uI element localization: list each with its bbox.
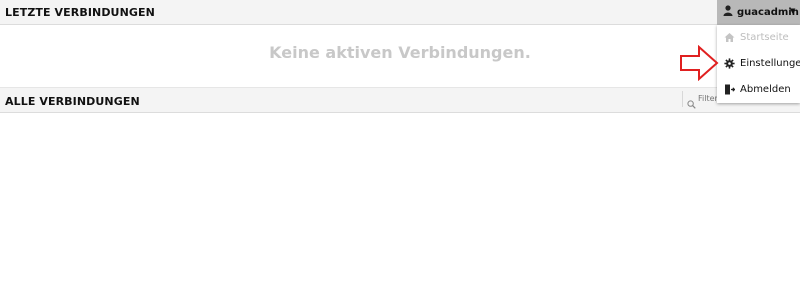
user-menu-button[interactable]: guacadmin ▼ — [717, 0, 800, 25]
user-icon — [723, 5, 733, 19]
menu-item-settings[interactable]: Einstellungen — [717, 51, 800, 77]
menu-item-logout-label: Abmelden — [740, 84, 791, 95]
menu-item-home[interactable]: Startseite — [717, 25, 800, 51]
menu-item-settings-label: Einstellungen — [740, 58, 800, 69]
user-dropdown-menu: Startseite Einstellungen — [717, 25, 800, 103]
chevron-down-icon: ▼ — [790, 7, 796, 15]
menu-item-logout[interactable]: Abmelden — [717, 77, 800, 103]
annotation-arrow-icon — [679, 44, 719, 85]
all-connections-header: ALLE VERBINDUNGEN — [0, 87, 800, 113]
recent-connections-title: LETZTE VERBINDUNGEN — [5, 6, 155, 19]
menu-item-home-label: Startseite — [740, 32, 789, 43]
search-icon — [687, 94, 696, 113]
home-icon — [724, 32, 735, 43]
logout-icon — [724, 84, 736, 95]
gear-icon — [724, 58, 735, 69]
all-connections-title: ALLE VERBINDUNGEN — [5, 95, 140, 108]
recent-connections-header: LETZTE VERBINDUNGEN — [0, 0, 800, 25]
